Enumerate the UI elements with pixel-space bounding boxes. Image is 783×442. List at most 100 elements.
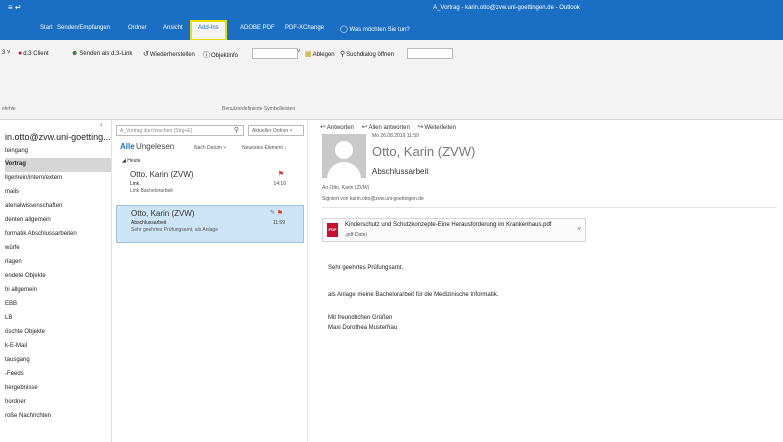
file-label: Ablegen (312, 52, 335, 58)
folder-item[interactable]: teingang (5, 145, 111, 159)
folder-item[interactable]: aterialwissenschaften (5, 200, 111, 214)
avatar-head-shape (335, 141, 353, 159)
d3-client-icon: ● (18, 50, 23, 57)
tab-pdf-xchange[interactable]: PDF-XChange (285, 25, 324, 31)
body-line: Sehr geehrtes Prüfungsamt, (328, 265, 404, 271)
message-subject: Abschlussarbeit (372, 167, 429, 176)
tab-add-ins[interactable]: Add-Ins (190, 20, 227, 41)
folder-item[interactable]: denten allgemein (5, 214, 111, 228)
folder-item[interactable]: hergebnisse (5, 382, 111, 396)
account-name[interactable]: in.otto@zvw.uni-goetting... (5, 132, 111, 142)
restore-button[interactable]: ↺Wiederherstellen (143, 50, 195, 58)
header-divider (322, 207, 777, 208)
avatar[interactable] (322, 134, 366, 178)
tab-send-receive[interactable]: Senden/Empfangen (57, 25, 110, 31)
folder-item[interactable]: -Feeds (5, 368, 111, 382)
folder-item[interactable]: hi allgemein (5, 284, 111, 298)
chevron-down-icon[interactable]: ˅ (577, 227, 581, 233)
toolbar-search-box[interactable] (407, 48, 453, 59)
folder-item[interactable]: llgemein/intern/extern (5, 172, 111, 186)
filter-all[interactable]: Alle (120, 142, 135, 151)
folder-item[interactable]: tausgang (5, 354, 111, 368)
ribbon-toolbar: 3 ˅ ●d.3 Client ☻Senden als d.3-Link ↺Wi… (0, 40, 783, 120)
folder-item[interactable]: EBB (5, 298, 111, 312)
body-line: Maxi Dorothea Musterfrau (328, 325, 398, 331)
folder-item[interactable]: mails (5, 186, 111, 200)
commands-caption: efehle (2, 106, 16, 112)
attachment-card[interactable]: PDF Kinderschutz und Schutzkonzepte-Eine… (322, 218, 586, 242)
message-actions: ↩Antworten ↩Allen antworten ↪Weiterleite… (320, 123, 462, 131)
reading-pane: ↩Antworten ↩Allen antworten ↪Weiterleite… (308, 120, 783, 442)
folder-item[interactable]: k-E-Mail (5, 340, 111, 354)
lightbulb-icon: ◯ (340, 26, 348, 33)
tab-start[interactable]: Start (40, 25, 53, 31)
body-line: als Anlage meine Bachelorarbeit für die … (328, 292, 499, 298)
list-item[interactable]: Otto, Karin (ZVW) ✎ ⚑ Abschlussarbeit 11… (116, 205, 304, 243)
custom-toolbars-caption: Benutzerdefinierte Symbolleisten (222, 106, 296, 112)
d3-client-label: d.3 Client (23, 51, 49, 57)
info-icon: ⓘ (203, 52, 210, 59)
file-icon: ▦ (305, 51, 312, 58)
send-as-d3-link-button[interactable]: ☻Senden als d.3-Link (71, 50, 132, 57)
folder-item[interactable]: formatik Abschlussarbeiten (5, 228, 111, 242)
search-placeholder: A_Vortrag durchsuchen (Strg+E) (120, 128, 193, 134)
chevron-down-icon[interactable]: ˅ (297, 49, 301, 55)
message-sender[interactable]: Otto, Karin (ZVW) (372, 144, 475, 159)
attachment-type: .pdf-Datei (345, 232, 367, 238)
window-title: A_Vortrag - karin.otto@zvw.uni-goettinge… (433, 5, 580, 11)
folder-item[interactable]: rlagen (5, 256, 111, 270)
message-list: A_Vortrag durchsuchen (Strg+E) ⚲ Aktuell… (112, 120, 308, 442)
reply-button[interactable]: ↩Antworten (320, 123, 354, 131)
list-item[interactable]: Otto, Karin (ZVW) ⚑ Link 14:10 Link Bach… (116, 167, 304, 205)
folder-item[interactable]: LB (5, 312, 111, 326)
message-datetime: Mo 26.08.2019 11:59 (372, 133, 419, 139)
reply-label: Antworten (326, 125, 354, 131)
users-icon: ☻ (71, 50, 79, 57)
restore-icon: ↺ (143, 51, 149, 58)
search-input[interactable]: A_Vortrag durchsuchen (Strg+E) ⚲ (116, 125, 244, 136)
reply-all-label: Allen antworten (368, 125, 410, 131)
sort-by-dropdown[interactable]: Nach Datum ˅ (194, 145, 226, 151)
send-as-d3-link-label: Senden als d.3-Link (79, 51, 133, 57)
mail-subject: Abschlussarbeit (131, 220, 167, 226)
object-info-button[interactable]: ⓘObjektinfo (203, 50, 238, 60)
search-icon: ⚲ (340, 51, 346, 58)
tab-tell-me[interactable]: ◯ Was möchten Sie tun? (340, 25, 410, 33)
collapse-pane-icon[interactable]: ‹ (100, 120, 103, 129)
search-dialog-button[interactable]: ⚲Suchdialog öffnen (340, 50, 394, 58)
forward-button[interactable]: ↪Weiterleiten (417, 123, 455, 131)
tab-folder[interactable]: Ordner (128, 25, 147, 31)
reply-all-icon: ↩ (361, 124, 368, 131)
d3-client-button[interactable]: ●d.3 Client (18, 50, 49, 57)
filter-unread[interactable]: Ungelesen (136, 142, 174, 151)
tab-adobe-pdf[interactable]: ADOBE PDF (240, 25, 275, 31)
toolbar-combobox[interactable] (252, 48, 298, 59)
tell-me-label: Was möchten Sie tun? (349, 27, 410, 33)
recipient-line: An Otto, Karin (ZVW) (322, 185, 370, 191)
search-icon[interactable]: ⚲ (234, 126, 239, 134)
folder-item[interactable]: endete Objekte (5, 270, 111, 284)
folder-item[interactable]: hordner (5, 396, 111, 410)
tab-view[interactable]: Ansicht (163, 25, 183, 31)
mail-time: 11:59 (272, 220, 285, 226)
folder-item[interactable]: öschte Objekte (5, 326, 111, 340)
sort-order-toggle[interactable]: Neuestes Element ↓ (242, 145, 287, 151)
group-header-today[interactable]: ◢ Heute (122, 158, 141, 164)
ribbon-tabs: Start Senden/Empfangen Ordner Ansicht Ad… (0, 20, 783, 41)
folder-item[interactable]: würfe (5, 242, 111, 256)
folder-item[interactable]: Vortrag (5, 158, 111, 172)
forward-icon: ↪ (417, 124, 424, 131)
flag-icon[interactable]: ⚑ (278, 170, 284, 178)
pdf-file-icon: PDF (327, 223, 338, 237)
search-scope-dropdown[interactable]: Aktueller Ordner ˅ (248, 125, 304, 136)
reply-all-button[interactable]: ↩Allen antworten (362, 123, 410, 131)
flag-icon[interactable]: ⚑ (277, 209, 283, 217)
mail-preview: Link Bachelorarbeit (130, 188, 173, 194)
mail-time: 14:10 (273, 181, 286, 187)
folder-item[interactable]: roße Nachrichten (5, 410, 111, 424)
file-button[interactable]: ▦Ablegen (305, 50, 335, 58)
toolbar-prefix[interactable]: 3 ˅ (2, 50, 11, 56)
restore-label: Wiederherstellen (149, 52, 195, 58)
body-line: Mit freundlichen Grüßen (328, 315, 393, 321)
reply-icon: ↩ (320, 124, 326, 131)
